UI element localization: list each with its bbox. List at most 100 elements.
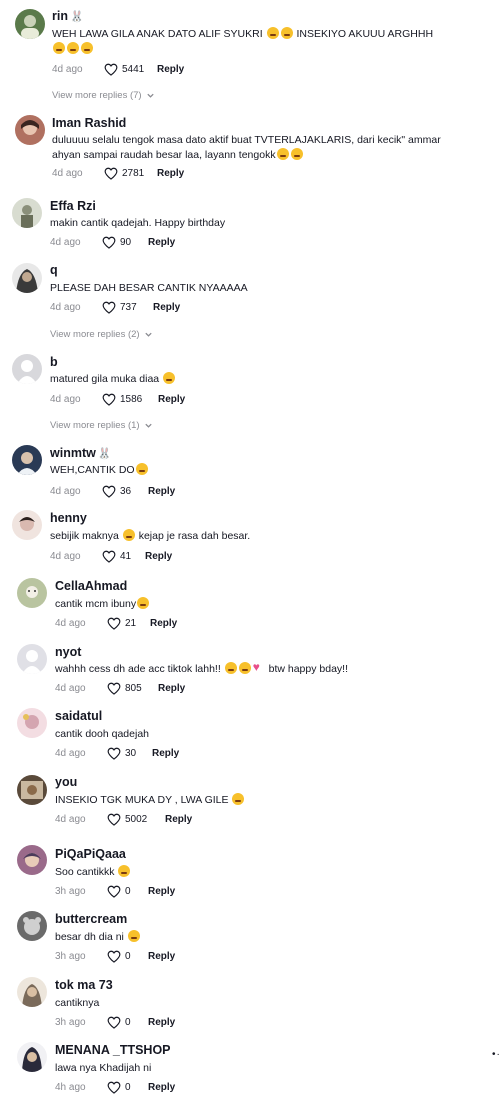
comment-text: Soo cantikkk: [55, 865, 475, 880]
avatar[interactable]: [17, 911, 47, 941]
like-button[interactable]: 90: [102, 236, 131, 249]
username[interactable]: nyot: [55, 645, 81, 659]
username[interactable]: Effa Rzi: [50, 199, 96, 213]
like-button[interactable]: 41: [102, 550, 131, 563]
avatar[interactable]: [12, 354, 42, 384]
like-button[interactable]: 805: [107, 682, 142, 695]
username[interactable]: PiQaPiQaaa: [55, 847, 126, 861]
view-more-replies[interactable]: View more replies (1): [50, 420, 153, 431]
like-button[interactable]: 737: [102, 301, 137, 314]
username[interactable]: Iman Rashid: [52, 116, 126, 130]
hearts-face-emoji-icon: [118, 865, 131, 877]
like-button[interactable]: 0: [107, 1016, 131, 1029]
username[interactable]: b: [50, 355, 58, 369]
like-button[interactable]: 21: [107, 617, 136, 630]
avatar[interactable]: [15, 9, 45, 39]
comment-meta: 4d ago 21 Reply: [55, 617, 355, 632]
avatar[interactable]: [17, 1042, 47, 1072]
reply-button[interactable]: Reply: [148, 237, 175, 248]
view-more-replies[interactable]: View more replies (2): [50, 329, 153, 340]
username[interactable]: buttercream: [55, 912, 127, 926]
like-button[interactable]: 5441: [104, 63, 144, 76]
like-button[interactable]: 0: [107, 885, 131, 898]
username[interactable]: CellaAhmad: [55, 579, 127, 593]
avatar[interactable]: [17, 644, 47, 674]
chevron-down-icon: [146, 93, 154, 98]
comment-text: besar dh dia ni: [55, 930, 475, 945]
comment-meta: 3h ago 0 Reply: [55, 950, 355, 965]
timestamp: 4d ago: [50, 237, 81, 248]
crying-laugh-emoji-icon: [232, 793, 245, 805]
heart-outline-icon: [107, 617, 121, 630]
avatar[interactable]: [15, 115, 45, 145]
heart-outline-icon: [107, 1081, 121, 1094]
view-more-replies[interactable]: View more replies (7): [52, 90, 155, 101]
avatar[interactable]: [12, 198, 42, 228]
heart-outline-icon: [102, 236, 116, 249]
reply-button[interactable]: Reply: [145, 551, 172, 562]
comment-meta: 4d ago 90 Reply: [50, 236, 350, 251]
crying-laugh-emoji-icon: [276, 148, 289, 160]
username[interactable]: winmtw 🐰: [50, 446, 112, 460]
timestamp: 3h ago: [55, 886, 86, 897]
heart-outline-icon: [104, 167, 118, 180]
crying-laugh-emoji-icon: [280, 27, 293, 39]
like-count: 805: [125, 683, 142, 694]
avatar[interactable]: [17, 977, 47, 1007]
like-button[interactable]: 30: [107, 747, 136, 760]
like-count: 41: [120, 551, 132, 562]
reply-button[interactable]: Reply: [157, 168, 184, 179]
reply-button[interactable]: Reply: [148, 1017, 175, 1028]
avatar[interactable]: [12, 445, 42, 475]
like-button[interactable]: 0: [107, 1081, 131, 1094]
heart-outline-icon: [104, 63, 118, 76]
like-button[interactable]: 2781: [104, 167, 144, 180]
avatar[interactable]: [17, 708, 47, 738]
avatar[interactable]: [17, 845, 47, 875]
reply-button[interactable]: Reply: [152, 748, 179, 759]
more-dots-icon[interactable]: •··: [492, 1049, 500, 1060]
timestamp: 4d ago: [52, 168, 83, 179]
like-count: 90: [120, 237, 132, 248]
like-count: 0: [125, 1082, 131, 1093]
like-button[interactable]: 36: [102, 485, 131, 498]
reply-button[interactable]: Reply: [148, 951, 175, 962]
reply-button[interactable]: Reply: [148, 1082, 175, 1093]
avatar[interactable]: [17, 578, 47, 608]
crying-laugh-emoji-icon: [290, 148, 303, 160]
like-count: 36: [120, 486, 132, 497]
avatar[interactable]: [12, 263, 42, 293]
username[interactable]: q: [50, 263, 58, 277]
crying-laugh-emoji-icon: [238, 662, 251, 674]
comment-meta: 4d ago 1586 Reply: [50, 393, 350, 408]
reply-button[interactable]: Reply: [148, 486, 175, 497]
username[interactable]: MENANA _TTSHOP: [55, 1043, 171, 1057]
comment-meta: 4d ago 41 Reply: [50, 550, 350, 565]
avatar[interactable]: [17, 775, 47, 805]
reply-button[interactable]: Reply: [158, 683, 185, 694]
reply-button[interactable]: Reply: [165, 814, 192, 825]
like-button[interactable]: 0: [107, 950, 131, 963]
grin-emoji-icon: [122, 529, 135, 541]
avatar[interactable]: [12, 510, 42, 540]
username[interactable]: you: [55, 775, 77, 789]
like-button[interactable]: 5002: [107, 813, 147, 826]
chevron-down-icon: [144, 332, 152, 337]
comment-text: makin cantik qadejah. Happy birthday: [50, 217, 226, 229]
heart-outline-icon: [102, 393, 116, 406]
comment-text: cantiknya: [55, 997, 100, 1009]
reply-button[interactable]: Reply: [157, 64, 184, 75]
comment-text: duluuuu selalu tengok masa dato aktif bu…: [52, 134, 441, 161]
reply-button[interactable]: Reply: [148, 886, 175, 897]
comment-meta: 4d ago 36 Reply: [50, 485, 350, 500]
username[interactable]: tok ma 73: [55, 978, 113, 992]
username[interactable]: rin 🐰: [52, 9, 84, 23]
username[interactable]: henny: [50, 511, 87, 525]
like-button[interactable]: 1586: [102, 393, 142, 406]
username[interactable]: saidatul: [55, 709, 102, 723]
reply-button[interactable]: Reply: [158, 394, 185, 405]
reply-button[interactable]: Reply: [150, 618, 177, 629]
crying-laugh-emoji-icon: [67, 42, 79, 54]
comment-text: INSEKIO TGK MUKA DY , LWA GILE: [55, 793, 475, 808]
reply-button[interactable]: Reply: [153, 302, 180, 313]
